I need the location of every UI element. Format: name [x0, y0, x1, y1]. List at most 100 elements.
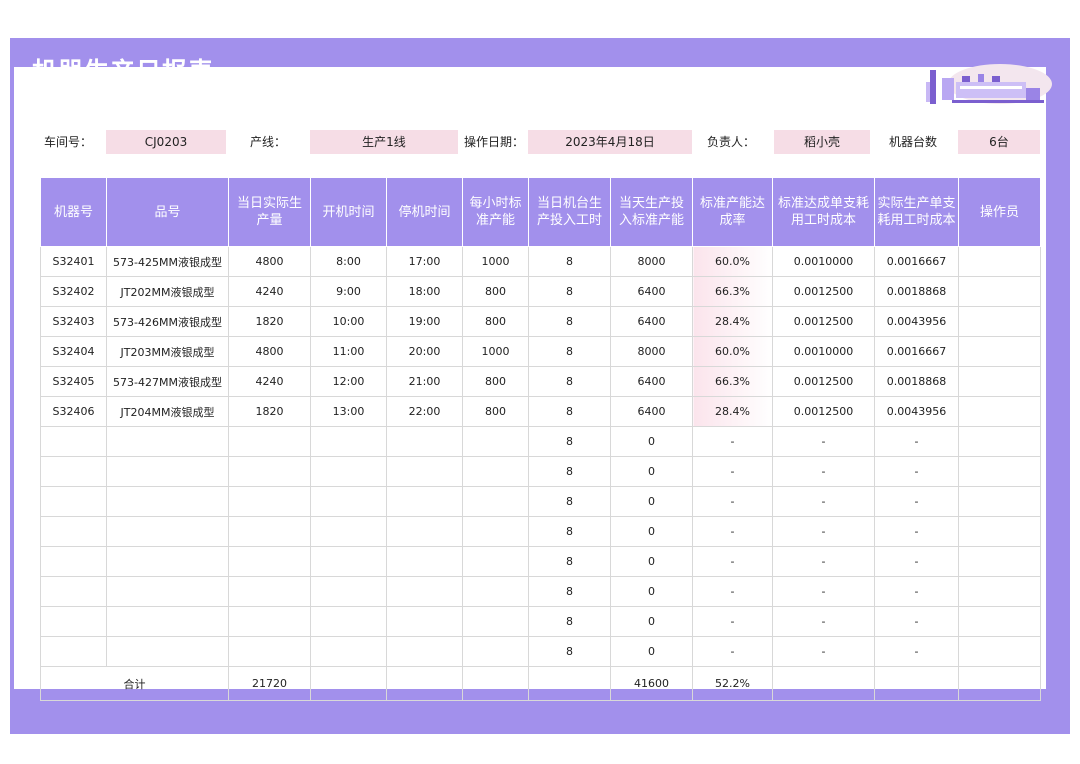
table-cell	[958, 666, 1041, 701]
table-cell: 0.0043956	[874, 306, 959, 337]
table-cell	[228, 606, 311, 637]
machines-value: 6台	[958, 130, 1040, 154]
table-cell: -	[772, 456, 875, 487]
table-cell: 1000	[462, 246, 529, 277]
table-cell: 1820	[228, 396, 311, 427]
table-cell: 0.0012500	[772, 396, 875, 427]
table-cell: 8	[528, 336, 611, 367]
column-header: 标准达成单支耗用工时成本	[772, 177, 875, 247]
table-cell: 60.0%	[692, 246, 773, 277]
table-row: 80---	[40, 546, 1041, 577]
table-cell: S32405	[40, 366, 107, 397]
table-cell	[386, 636, 463, 667]
line-value: 生产1线	[310, 130, 458, 154]
table-cell: 0	[610, 516, 693, 547]
table-cell	[462, 456, 529, 487]
table-cell: 18:00	[386, 276, 463, 307]
table-cell	[40, 426, 107, 457]
table-cell: S32406	[40, 396, 107, 427]
table-cell	[462, 546, 529, 577]
table-cell: 8	[528, 486, 611, 517]
column-header: 操作员	[958, 177, 1041, 247]
table-cell: -	[874, 636, 959, 667]
table-cell: 12:00	[310, 366, 387, 397]
table-cell	[772, 666, 875, 701]
table-row: S32401 573-425MM液银成型 4800 8:00 17:00 1000 8 800…	[40, 246, 1041, 277]
table-row: 80---	[40, 456, 1041, 487]
table-cell	[958, 606, 1041, 637]
table-cell: 0.0012500	[772, 366, 875, 397]
table-cell: -	[692, 516, 773, 547]
table-cell: JT202MM液银成型	[106, 276, 229, 307]
factory-illustration-icon	[926, 64, 1052, 104]
table-cell	[462, 516, 529, 547]
table-row: 80---	[40, 486, 1041, 517]
table-cell: 28.4%	[692, 396, 773, 427]
table-cell: 4240	[228, 366, 311, 397]
table-cell: 573-427MM液银成型	[106, 366, 229, 397]
table-cell	[106, 606, 229, 637]
report-subtitle: Machine Production Daily Report	[252, 72, 495, 87]
table-cell: -	[874, 516, 959, 547]
table-cell: -	[772, 486, 875, 517]
table-cell	[310, 426, 387, 457]
table-cell: 6400	[610, 366, 693, 397]
table-cell	[958, 306, 1041, 337]
table-cell: 21:00	[386, 366, 463, 397]
owner-value: 稻小壳	[774, 130, 870, 154]
table-cell: -	[772, 636, 875, 667]
table-cell	[958, 576, 1041, 607]
table-cell: 8	[528, 456, 611, 487]
table-cell: 0.0012500	[772, 276, 875, 307]
table-cell	[462, 486, 529, 517]
table-cell	[310, 606, 387, 637]
column-header: 每小时标准产能	[462, 177, 529, 247]
table-cell: 11:00	[310, 336, 387, 367]
table-cell	[310, 576, 387, 607]
table-cell: 8	[528, 246, 611, 277]
table-cell: 0	[610, 636, 693, 667]
column-header: 当天生产投入标准产能	[610, 177, 693, 247]
table-cell: 0	[610, 486, 693, 517]
table-cell	[40, 546, 107, 577]
table-cell	[228, 456, 311, 487]
table-cell: 8	[528, 546, 611, 577]
table-cell: 0	[610, 606, 693, 637]
column-header: 停机时间	[386, 177, 463, 247]
table-cell: 19:00	[386, 306, 463, 337]
table-cell	[106, 426, 229, 457]
table-cell	[228, 636, 311, 667]
total-label: 合计	[40, 666, 229, 701]
table-cell: 0.0018868	[874, 366, 959, 397]
table-row: S32402 JT202MM液银成型 4240 9:00 18:00 800 8 6400 66…	[40, 276, 1041, 307]
table-cell: 0	[610, 546, 693, 577]
table-cell: 1000	[462, 336, 529, 367]
table-cell: -	[772, 546, 875, 577]
table-cell: 8000	[610, 246, 693, 277]
table-cell	[874, 666, 959, 701]
table-cell: 4240	[228, 276, 311, 307]
table-cell: 6400	[610, 396, 693, 427]
table-cell: 800	[462, 306, 529, 337]
table-cell: 4800	[228, 336, 311, 367]
report-title: 机器生产日报表	[32, 57, 215, 86]
table-row: 80---	[40, 576, 1041, 607]
table-cell: 8	[528, 576, 611, 607]
table-row: 80---	[40, 426, 1041, 457]
table-cell: -	[692, 486, 773, 517]
table-cell: 0.0043956	[874, 396, 959, 427]
table-cell	[106, 456, 229, 487]
table-cell: 573-425MM液银成型	[106, 246, 229, 277]
table-cell	[462, 606, 529, 637]
owner-label: 负责人：	[707, 135, 756, 149]
table-cell	[40, 576, 107, 607]
table-cell: 28.4%	[692, 306, 773, 337]
table-cell: 8	[528, 276, 611, 307]
table-cell	[958, 456, 1041, 487]
table-cell: S32401	[40, 246, 107, 277]
table-cell	[462, 636, 529, 667]
table-cell: 8	[528, 636, 611, 667]
table-cell: 8:00	[310, 246, 387, 277]
table-cell: 0.0016667	[874, 336, 959, 367]
table-cell	[958, 246, 1041, 277]
